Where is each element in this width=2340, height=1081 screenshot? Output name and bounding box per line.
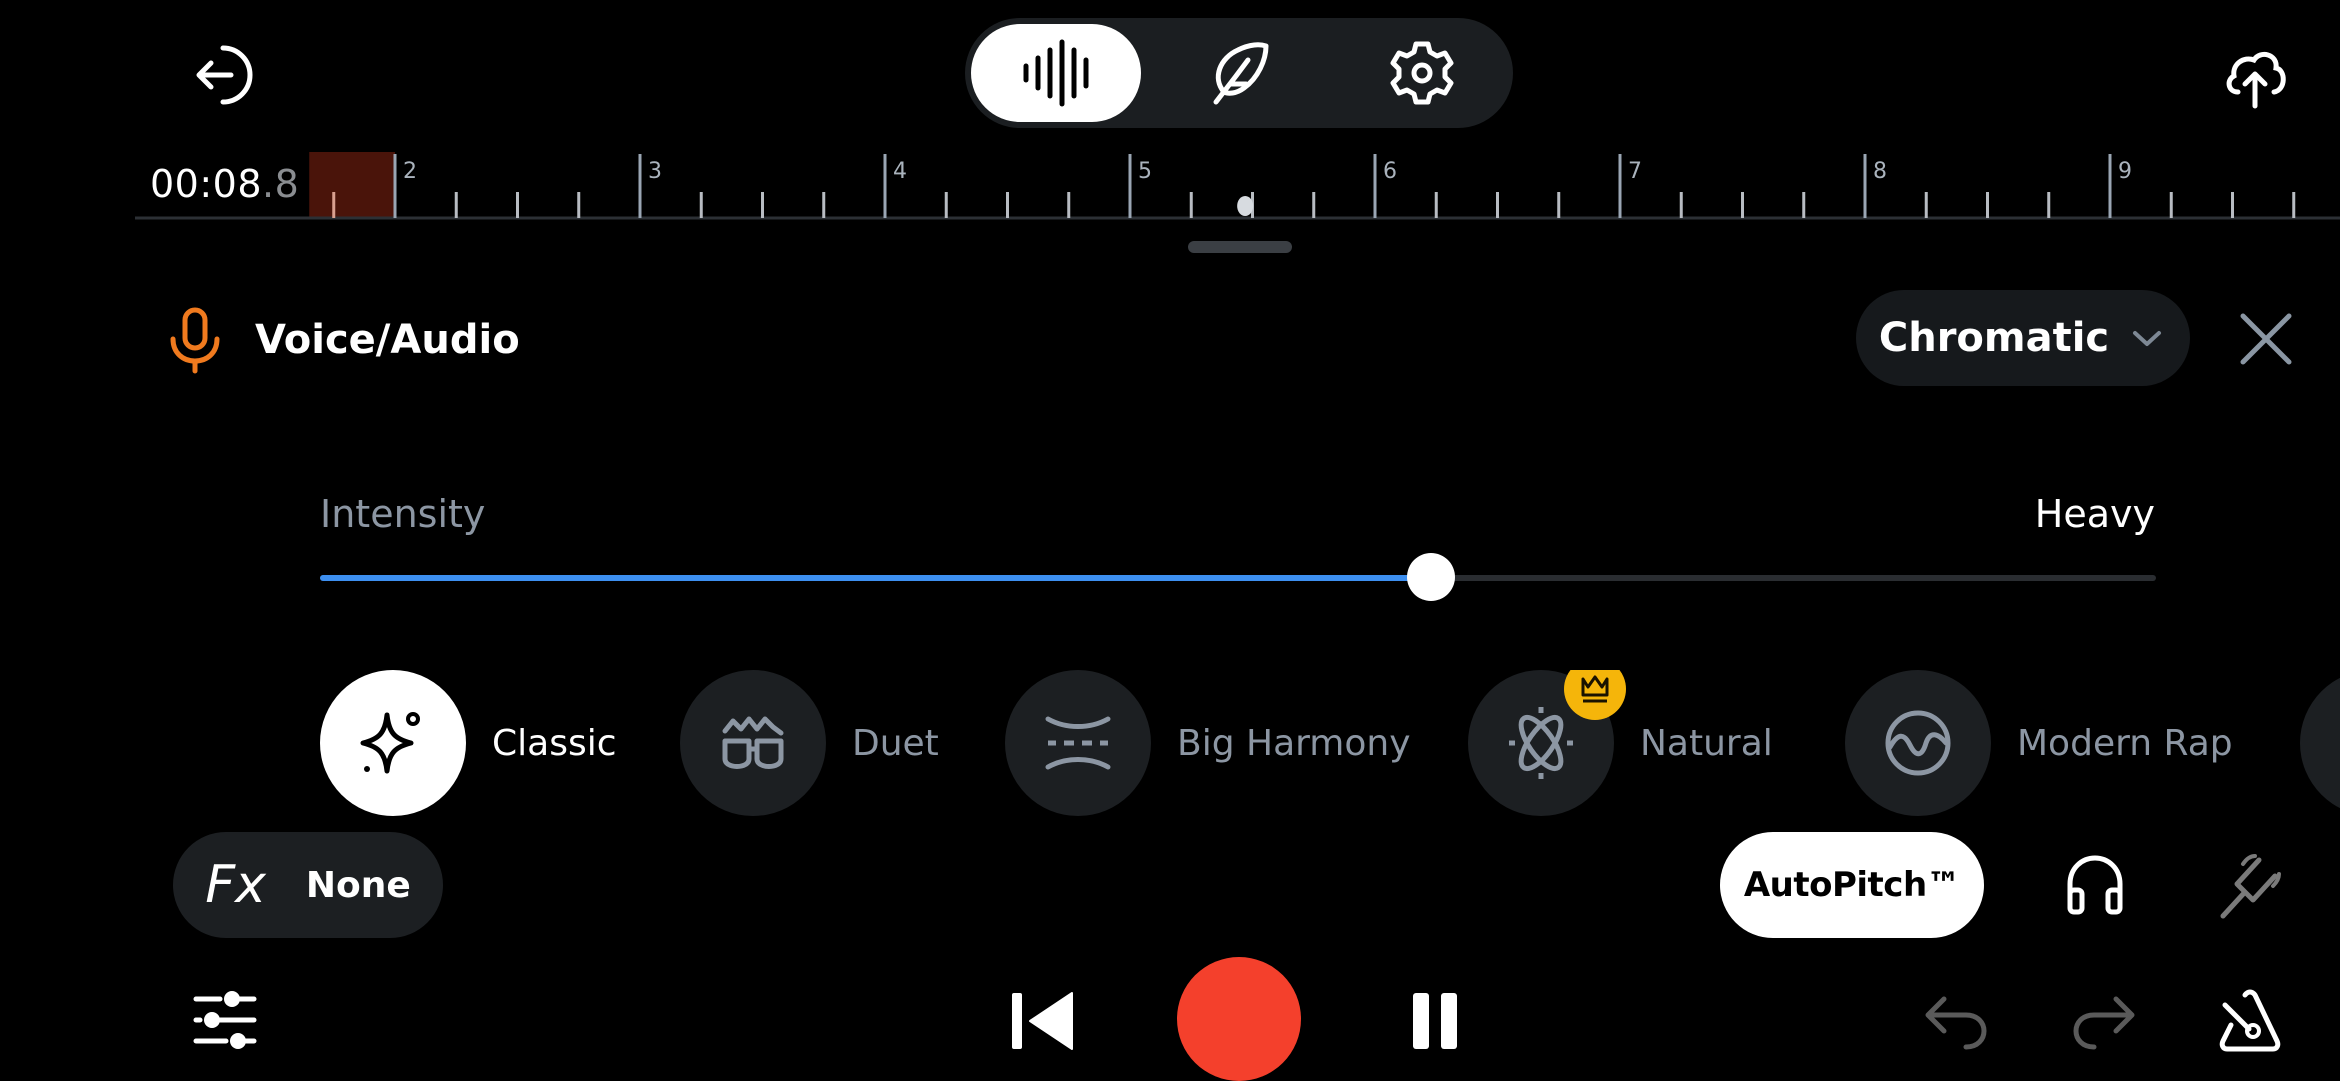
metronome-button[interactable] [2215,985,2285,1055]
preset-next[interactable] [2300,670,2340,816]
preset-icon-button [320,670,466,816]
intensity-value-label: Heavy [2034,492,2155,536]
mode-switch [965,18,1513,128]
track-title: Voice/Audio [255,317,520,363]
close-button[interactable] [2235,308,2297,370]
preset-duet[interactable]: Duet [680,670,939,816]
intensity-label: Intensity [320,492,486,536]
preset-label: Big Harmony [1177,722,1411,764]
mode-tab-settings[interactable] [1337,24,1507,122]
mixer-button[interactable] [190,985,260,1055]
preset-modern-rap[interactable]: Modern Rap [1845,670,2233,816]
undo-button[interactable] [1920,985,1990,1055]
bar-label: 9 [2118,159,2132,184]
bar-label: 3 [648,159,662,184]
exit-button[interactable] [185,40,255,110]
preset-label: Modern Rap [2017,722,2233,764]
fx-value: None [305,864,411,906]
preset-big-harmony[interactable]: Big Harmony [1005,670,1411,816]
sliders-icon [193,991,257,1049]
skip-back-button[interactable] [1008,985,1078,1055]
close-icon [2240,313,2292,365]
preset-icon-button [1005,670,1151,816]
playhead [1237,196,1254,216]
cloud-upload-icon [2226,51,2286,109]
preset-label: Classic [492,722,617,764]
undo-icon [1925,996,1987,1050]
fx-icon: Fx [205,855,266,915]
fx-button[interactable]: Fx None [173,832,443,938]
crown-icon [1581,675,1609,703]
harmony-icon [1045,716,1111,770]
bar-label: 8 [1873,159,1887,184]
slider-fill [320,575,1431,581]
microphone-icon [170,307,220,374]
mode-tab-audio[interactable] [971,24,1141,122]
preset-icon-button [1468,670,1626,816]
pause-button[interactable] [1405,985,1475,1055]
skip-back-icon [1012,992,1073,1050]
panel-drag-handle[interactable] [1188,241,1292,253]
preset-natural[interactable]: Natural [1468,670,1773,816]
cloud-upload-button[interactable] [2220,42,2290,112]
headphones-icon [2067,855,2123,915]
tuning-fork-icon [2220,854,2281,919]
timeline-ruler[interactable]: 2 3 4 5 6 7 8 9 [135,150,2340,230]
scale-dropdown[interactable]: Chromatic [1856,290,2190,386]
wave-circle-icon [1885,710,1951,776]
mode-tab-lyrics[interactable] [1154,24,1324,122]
loop-region [309,152,395,218]
redo-button[interactable] [2070,985,2140,1055]
sparkle-icon [360,712,420,774]
preset-classic[interactable]: Classic [320,670,617,816]
atom-icon [1509,707,1573,779]
preset-carousel[interactable]: Classic Duet Big Harmony Natural Modern … [320,670,2340,816]
headphones-button[interactable] [2060,850,2130,920]
metronome-icon [2219,989,2281,1052]
waveform-icon [1023,39,1089,107]
track-header: Voice/Audio [165,300,520,380]
gear-icon [1390,41,1454,105]
pause-icon [1413,993,1457,1049]
feather-icon [1213,42,1269,105]
preset-icon-button [1845,670,1991,816]
preset-icon-button [2300,670,2340,816]
autopitch-label: AutoPitch™ [1743,865,1961,905]
intensity-slider[interactable] [320,553,2156,601]
redo-icon [2073,996,2135,1050]
preset-label: Natural [1640,722,1773,764]
duet-glasses-icon [722,716,784,769]
preset-icon-button [680,670,826,816]
autopitch-button[interactable]: AutoPitch™ [1720,832,1984,938]
chevron-down-icon [2133,331,2162,346]
bar-label: 4 [893,159,907,184]
exit-arrow-icon [196,45,253,105]
bar-label: 2 [403,159,417,184]
slider-thumb[interactable] [1406,553,1455,601]
bar-label: 5 [1138,159,1152,184]
record-button[interactable] [1177,957,1301,1081]
preset-label: Duet [852,722,939,764]
scale-label: Chromatic [1878,315,2110,361]
bar-label: 7 [1628,159,1642,184]
bar-label: 6 [1383,159,1397,184]
tuner-button[interactable] [2215,850,2285,920]
